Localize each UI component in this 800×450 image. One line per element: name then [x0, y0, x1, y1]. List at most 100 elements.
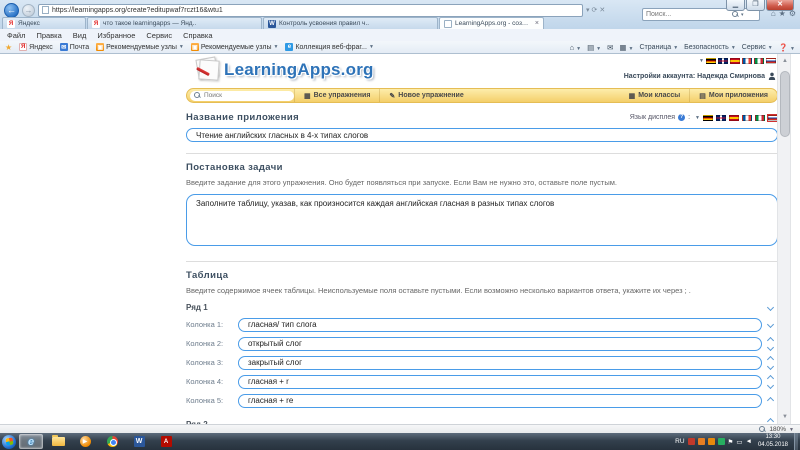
- learningapps-logo[interactable]: LearningApps.org: [194, 56, 374, 84]
- cell-input-r1c4[interactable]: [238, 375, 762, 389]
- favorite-suggested-sites-1[interactable]: ▣Рекомендуемые узлы▼: [96, 43, 184, 51]
- tray-volume-icon[interactable]: ◄: [746, 438, 752, 445]
- cell-input-r1c5[interactable]: [238, 394, 762, 408]
- time: 13:30: [758, 434, 788, 442]
- help-icon: ❓: [779, 43, 788, 52]
- system-tray: RU ⚑ ▭ ◄ 13:30 04.05.2018: [675, 434, 791, 449]
- scroll-down-icon[interactable]: ▼: [778, 410, 792, 424]
- taskbar-explorer[interactable]: [46, 434, 70, 449]
- move-up-icon[interactable]: [766, 397, 773, 404]
- dropdown-icon[interactable]: ▼: [695, 115, 700, 121]
- site-search-box[interactable]: [190, 91, 294, 101]
- print-menu[interactable]: ▦▼: [619, 43, 633, 52]
- minimize-button[interactable]: ▁: [726, 0, 745, 11]
- close-button[interactable]: ✕: [766, 0, 794, 11]
- tab-yandex-search[interactable]: Я что такое learningapps — Янд..: [87, 17, 262, 29]
- safety-menu[interactable]: Безопасность▼: [684, 44, 736, 51]
- menu-help[interactable]: Справка: [183, 31, 212, 40]
- app-title-input[interactable]: [186, 128, 778, 142]
- favorite-yandex[interactable]: ЯЯндекс: [19, 43, 53, 51]
- vertical-scrollbar[interactable]: ▲ ▼: [777, 54, 791, 424]
- exercise-form: Название приложения Язык дисплея ? : ▼: [186, 106, 778, 449]
- cell-input-r1c1[interactable]: [238, 318, 762, 332]
- tab-learningapps-active[interactable]: LearningApps.org - создан... ×: [439, 17, 544, 29]
- tab-close-icon[interactable]: ×: [535, 20, 539, 27]
- taskbar-acrobat[interactable]: A: [154, 434, 178, 449]
- printer-icon: ▦: [619, 43, 626, 52]
- account-settings-link[interactable]: Настройки аккаунта: Надежда Смирнова: [624, 72, 776, 80]
- flag-fr-icon[interactable]: [742, 58, 752, 64]
- tab-label: Яндекс: [18, 20, 40, 27]
- menu-edit[interactable]: Правка: [36, 31, 61, 40]
- scrollbar-thumb[interactable]: [780, 71, 790, 137]
- dropdown-icon: ▼: [179, 44, 184, 50]
- feeds-menu[interactable]: ▤▼: [587, 43, 601, 52]
- site-search-input[interactable]: [204, 92, 284, 99]
- dropdown-icon[interactable]: ▼: [699, 58, 704, 64]
- taskbar-ie-active[interactable]: e: [19, 434, 43, 449]
- scroll-up-icon[interactable]: ▲: [778, 54, 792, 68]
- zoom-dropdown-icon[interactable]: ▼: [789, 427, 794, 433]
- taskbar-word[interactable]: W: [127, 434, 151, 449]
- task-textarea[interactable]: Заполните таблицу, указав, как произноси…: [186, 194, 778, 246]
- menu-file[interactable]: Файл: [7, 31, 25, 40]
- refresh-icon[interactable]: ⟳: [592, 6, 598, 14]
- language-indicator[interactable]: RU: [675, 438, 684, 445]
- add-favorite-star-icon[interactable]: ★: [5, 43, 12, 52]
- start-button[interactable]: [2, 435, 16, 449]
- taskbar-media-player[interactable]: ▶: [73, 434, 97, 449]
- flag-gb-icon[interactable]: [716, 115, 726, 121]
- move-down-icon[interactable]: [766, 344, 773, 351]
- flag-ru-icon[interactable]: [766, 58, 776, 64]
- tab-yandex[interactable]: Я Яндекс: [2, 17, 86, 29]
- nav-my-apps[interactable]: ▤Мои приложения: [689, 89, 777, 102]
- flag-es-icon[interactable]: [730, 58, 740, 64]
- tray-flag-icon[interactable]: ⚑: [728, 438, 734, 446]
- tray-network-icon[interactable]: ▭: [736, 438, 742, 446]
- show-desktop-button[interactable]: [794, 433, 798, 450]
- move-down-icon[interactable]: [766, 363, 773, 370]
- nav-my-classes[interactable]: ▦Мои классы: [620, 89, 690, 102]
- home-menu[interactable]: ⌂▼: [570, 43, 581, 52]
- stop-icon[interactable]: ✕: [599, 6, 605, 14]
- autocomplete-dropdown-icon[interactable]: ▾: [586, 6, 590, 14]
- flag-es-icon[interactable]: [729, 115, 739, 121]
- tray-app-icon[interactable]: [688, 438, 695, 445]
- cell-input-r1c2[interactable]: [238, 337, 762, 351]
- flag-fr-icon[interactable]: [742, 115, 752, 121]
- read-mail-button[interactable]: ✉: [607, 43, 613, 52]
- taskbar-clock[interactable]: 13:30 04.05.2018: [758, 434, 788, 449]
- forward-button[interactable]: →: [22, 4, 35, 17]
- favorite-suggested-sites-2[interactable]: ▣Рекомендуемые узлы▼: [191, 43, 279, 51]
- menu-tools[interactable]: Сервис: [146, 31, 172, 40]
- move-down-icon[interactable]: [766, 382, 773, 389]
- back-button[interactable]: ←: [4, 3, 19, 18]
- taskbar-chrome[interactable]: [100, 434, 124, 449]
- move-down-icon[interactable]: [766, 321, 773, 328]
- flag-it-icon[interactable]: [755, 115, 765, 121]
- maximize-button[interactable]: ❐: [746, 0, 765, 11]
- address-bar[interactable]: https://learningapps.org/create?editupwa…: [38, 4, 583, 17]
- tray-lock-icon[interactable]: [698, 438, 705, 445]
- flag-de-icon[interactable]: [703, 115, 713, 121]
- info-icon[interactable]: ?: [678, 114, 685, 121]
- help-menu[interactable]: ❓▼: [779, 43, 795, 52]
- tools-menu[interactable]: Сервис▼: [742, 44, 773, 51]
- menu-view[interactable]: Вид: [73, 31, 87, 40]
- page-menu[interactable]: Страница▼: [639, 44, 678, 51]
- nav-all-exercises[interactable]: ▦Все упражнения: [294, 89, 379, 102]
- move-down-icon[interactable]: [766, 304, 773, 311]
- flag-de-icon[interactable]: [706, 58, 716, 64]
- menu-favorites[interactable]: Избранное: [97, 31, 135, 40]
- favorite-web-slices[interactable]: eКоллекция веб-фраг...▼: [285, 43, 373, 51]
- flag-it-icon[interactable]: [754, 58, 764, 64]
- command-bar: ⌂▼ ▤▼ ✉ ▦▼ Страница▼ Безопасность▼ Серви…: [570, 43, 795, 52]
- nav-new-exercise[interactable]: ✎Новое упражнение: [379, 89, 472, 102]
- tray-app-icon[interactable]: [708, 438, 715, 445]
- flag-gb-icon[interactable]: [718, 58, 728, 64]
- cell-input-r1c3[interactable]: [238, 356, 762, 370]
- zoom-control[interactable]: 180% ▼: [759, 426, 794, 433]
- tray-antivirus-icon[interactable]: [718, 438, 725, 445]
- tab-document[interactable]: W Контроль усвоения правил ч..: [263, 17, 438, 29]
- favorite-mail[interactable]: ✉Почта: [60, 43, 89, 51]
